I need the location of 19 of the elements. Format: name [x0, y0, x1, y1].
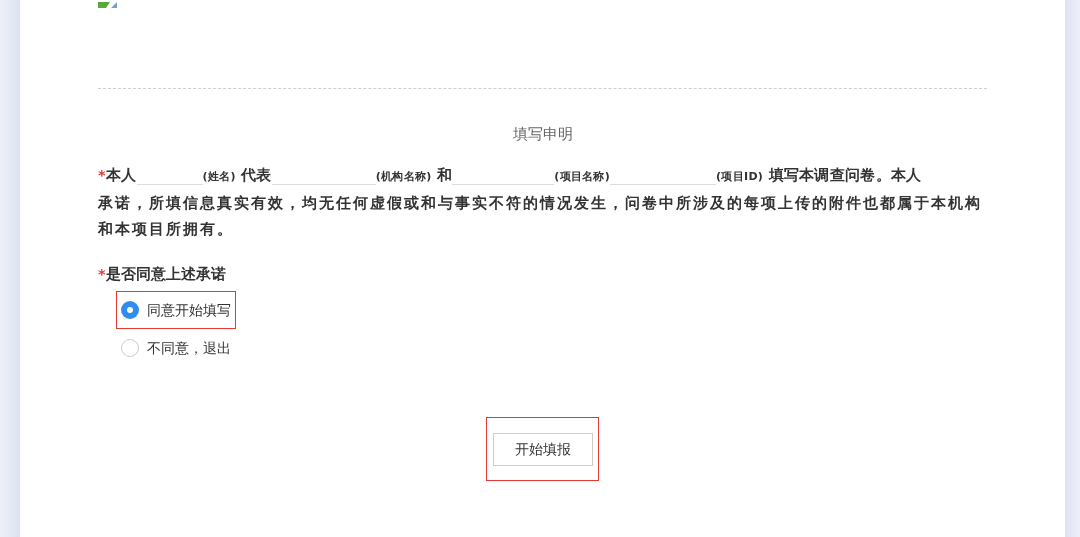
radio-button[interactable]	[121, 339, 139, 358]
radio-button[interactable]	[121, 301, 139, 320]
statement-text: 代表	[240, 166, 272, 183]
field-hint: (姓名)	[202, 169, 236, 183]
statement-text: 承诺，所填信息真实有效，均无任何虚假或和与事实不符的情况发生，问卷中所涉及的每项上传的附件也都属于本机构和本项目所拥有。	[98, 192, 983, 240]
statement-text: 本人	[105, 166, 137, 183]
radio-option[interactable]: 不同意，退出	[121, 337, 231, 359]
section-title: 填写申明	[512, 124, 573, 145]
field-hint: (项目名称)	[554, 169, 611, 183]
question-label: 是否同意上述承诺	[105, 265, 226, 282]
broken-image-icon	[98, 2, 117, 8]
field-hint: (项目ID)	[716, 169, 764, 183]
required-mark: *	[98, 265, 106, 282]
field-hint: (机构名称)	[375, 169, 432, 183]
required-mark: *	[98, 166, 106, 183]
start-button[interactable]: 开始填报	[492, 432, 593, 466]
statement-text: 和	[435, 166, 453, 183]
statement-text: 填写本调查问卷。本人	[767, 166, 922, 183]
radio-option[interactable]: 同意开始填写	[121, 299, 231, 321]
